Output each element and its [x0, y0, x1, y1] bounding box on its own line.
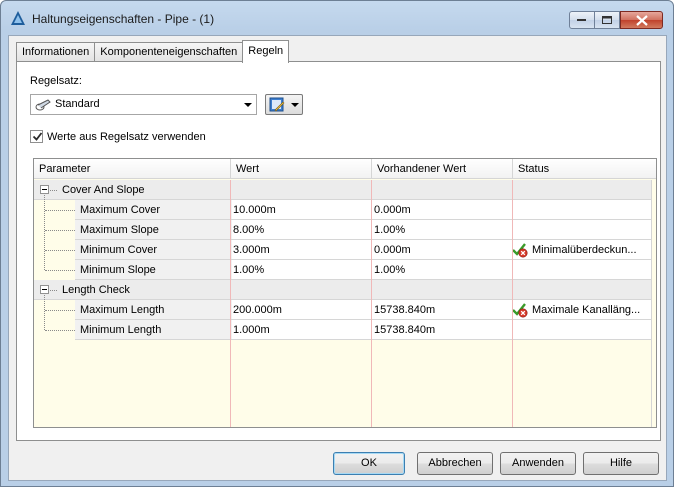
- ruleset-selected-value: Standard: [55, 98, 100, 110]
- table-row[interactable]: Minimum Length 1.000m 15738.840m: [34, 320, 656, 340]
- close-icon: [635, 14, 648, 26]
- close-button[interactable]: [620, 11, 663, 29]
- chevron-down-icon: [291, 103, 299, 107]
- tree-connector: [45, 210, 75, 211]
- grid-body: Cover And Slope Maximum Cover 10.000m 0.…: [34, 180, 656, 427]
- edit-ruleset-button[interactable]: [265, 94, 303, 115]
- table-row[interactable]: Minimum Slope 1.00% 1.00%: [34, 260, 656, 280]
- value-cell[interactable]: 1.000m: [230, 320, 368, 340]
- violation-status-icon: [512, 243, 528, 258]
- dialog-client-area: Informationen Komponenteneigenschaften R…: [8, 35, 667, 481]
- tree-connector: [45, 250, 75, 251]
- collapse-icon[interactable]: [40, 185, 49, 194]
- rules-tab-page: Regelsatz: Standard Werte aus Regelsatz …: [16, 61, 661, 441]
- tree-connector: [44, 295, 45, 330]
- cancel-button[interactable]: Abbrechen: [417, 452, 493, 475]
- civil3d-app-icon: [11, 11, 25, 25]
- ruleset-dropdown[interactable]: Standard: [30, 94, 257, 115]
- properties-dialog: Haltungseigenschaften - Pipe - (1) Infor…: [0, 0, 674, 487]
- rules-grid: Parameter Wert Vorhandener Wert Status C…: [33, 158, 657, 428]
- tree-connector: [45, 270, 75, 271]
- tab-informationen[interactable]: Informationen: [16, 42, 96, 62]
- ok-button[interactable]: OK: [333, 452, 405, 475]
- value-cell[interactable]: 1.00%: [230, 260, 368, 280]
- title-bar[interactable]: Haltungseigenschaften - Pipe - (1): [1, 1, 673, 35]
- tab-komponenteneigenschaften[interactable]: Komponenteneigenschaften: [94, 42, 244, 62]
- existing-value-cell: 15738.840m: [374, 324, 436, 336]
- existing-value-cell: 0.000m: [374, 244, 411, 256]
- tree-connector: [45, 330, 75, 331]
- column-header-wert[interactable]: Wert: [231, 159, 372, 179]
- column-divider: [371, 180, 372, 427]
- use-ruleset-values-label: Werte aus Regelsatz verwenden: [47, 130, 206, 143]
- maximize-icon: [601, 15, 612, 24]
- table-row[interactable]: Maximum Slope 8.00% 1.00%: [34, 220, 656, 240]
- minimize-icon: [577, 19, 586, 21]
- column-divider: [230, 180, 231, 427]
- collapse-icon[interactable]: [40, 285, 49, 294]
- table-row[interactable]: Maximum Length 200.000m 15738.840m Maxim…: [34, 300, 656, 320]
- column-divider: [651, 180, 652, 427]
- value-cell[interactable]: 8.00%: [230, 220, 368, 240]
- window-title: Haltungseigenschaften - Pipe - (1): [32, 12, 215, 26]
- table-row[interactable]: Maximum Cover 10.000m 0.000m: [34, 200, 656, 220]
- apply-button[interactable]: Anwenden: [500, 452, 576, 475]
- value-cell[interactable]: 10.000m: [230, 200, 368, 220]
- group-row-length-check[interactable]: Length Check: [34, 280, 656, 300]
- tree-connector: [45, 310, 75, 311]
- column-header-vorhandener-wert[interactable]: Vorhandener Wert: [372, 159, 513, 179]
- ruleset-label: Regelsatz:: [30, 75, 82, 87]
- table-row[interactable]: Minimum Cover 3.000m 0.000m Minimalüberd…: [34, 240, 656, 260]
- tab-strip: Informationen Komponenteneigenschaften R…: [16, 40, 290, 63]
- value-cell[interactable]: 200.000m: [230, 300, 368, 320]
- group-name: Length Check: [62, 284, 130, 296]
- column-header-parameter[interactable]: Parameter: [34, 159, 231, 179]
- tree-connector: [44, 195, 45, 270]
- column-header-status[interactable]: Status: [513, 159, 653, 179]
- column-divider: [512, 180, 513, 427]
- tree-connector: [45, 230, 75, 231]
- help-button[interactable]: Hilfe: [583, 452, 659, 475]
- checkmark-icon: [32, 132, 43, 141]
- grid-header: Parameter Wert Vorhandener Wert Status: [34, 159, 656, 179]
- chevron-down-icon: [244, 103, 252, 107]
- status-text: Minimalüberdeckun...: [532, 244, 637, 256]
- maximize-button[interactable]: [595, 11, 620, 29]
- tree-connector: [50, 190, 57, 191]
- existing-value-cell: 0.000m: [374, 204, 411, 216]
- use-ruleset-values-checkbox[interactable]: Werte aus Regelsatz verwenden: [30, 130, 206, 143]
- edit-style-icon: [269, 97, 285, 112]
- violation-status-icon: [512, 303, 528, 318]
- checkbox-checked[interactable]: [30, 130, 43, 143]
- parameter-name: Maximum Slope: [80, 224, 159, 236]
- group-name: Cover And Slope: [62, 184, 145, 196]
- value-cell[interactable]: 3.000m: [230, 240, 368, 260]
- tree-connector: [50, 290, 57, 291]
- tab-regeln[interactable]: Regeln: [242, 40, 290, 63]
- parameter-name: Maximum Length: [80, 304, 165, 316]
- ruleset-style-icon: [35, 99, 51, 111]
- existing-value-cell: 1.00%: [374, 264, 406, 276]
- minimize-button[interactable]: [569, 11, 595, 29]
- group-row-cover-and-slope[interactable]: Cover And Slope: [34, 180, 656, 200]
- status-text: Maximale Kanalläng...: [532, 304, 641, 316]
- existing-value-cell: 1.00%: [374, 224, 406, 236]
- existing-value-cell: 15738.840m: [374, 304, 436, 316]
- parameter-name: Minimum Slope: [80, 264, 156, 276]
- parameter-name: Minimum Cover: [80, 244, 158, 256]
- parameter-name: Maximum Cover: [80, 204, 161, 216]
- parameter-name: Minimum Length: [80, 324, 162, 336]
